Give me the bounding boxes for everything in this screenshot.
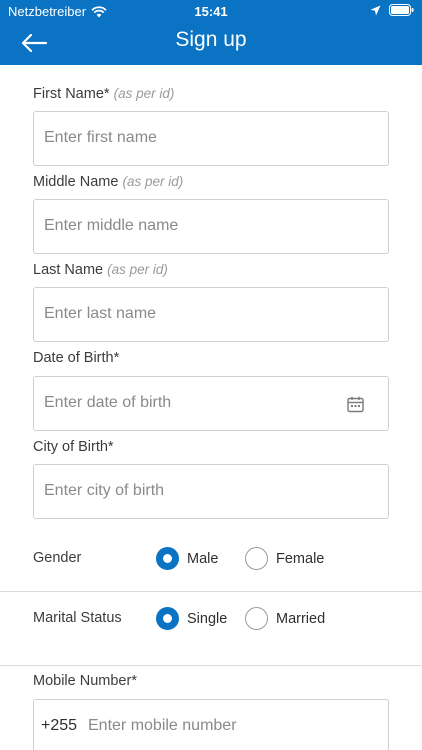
middle-name-label: Middle Name (as per id) [33,174,184,190]
gender-option-male[interactable]: Male [156,547,218,570]
city-of-birth-input[interactable]: Enter city of birth [33,464,389,519]
dob-label: Date of Birth* [33,350,120,366]
page-title: Sign up [175,28,247,51]
last-name-label: Last Name (as per id) [33,262,168,278]
middle-name-input[interactable]: Enter middle name [33,199,389,254]
last-name-placeholder: Enter last name [44,305,157,322]
middle-name-placeholder: Enter middle name [44,217,179,234]
gender-row: Gender Male Female [0,530,422,588]
radio-unselected-icon [245,607,268,630]
gender-option-female[interactable]: Female [245,547,324,570]
status-bar: Netzbetreiber 15:41 [0,0,422,22]
location-arrow-icon [370,5,381,15]
status-time: 15:41 [194,4,228,19]
gender-label: Gender [33,550,82,566]
mobile-number-placeholder: Enter mobile number [88,717,237,734]
first-name-placeholder: Enter first name [44,129,157,146]
gender-female-label: Female [276,550,325,567]
first-name-input[interactable]: Enter first name [33,111,389,166]
marital-option-married[interactable]: Married [245,607,325,630]
mobile-number-label: Mobile Number* [33,673,137,689]
navigation-bar: Sign up [0,22,422,65]
radio-selected-icon [156,607,179,630]
first-name-hint: (as per id) [113,86,175,101]
radio-unselected-icon [245,547,268,570]
calendar-icon[interactable] [347,396,364,413]
first-name-label: First Name* (as per id) [33,86,175,102]
battery-icon [389,4,414,16]
last-name-hint: (as per id) [107,262,168,277]
radio-selected-icon [156,547,179,570]
dob-input[interactable]: Enter date of birth [33,376,389,431]
app-header: Netzbetreiber 15:41 Sign up [0,0,422,65]
middle-name-hint: (as per id) [122,174,184,189]
marital-married-label: Married [276,610,326,627]
last-name-input[interactable]: Enter last name [33,287,389,342]
mobile-number-input[interactable]: +255 Enter mobile number [33,699,389,750]
dob-placeholder: Enter date of birth [44,394,172,411]
city-of-birth-label: City of Birth* [33,439,114,455]
city-of-birth-placeholder: Enter city of birth [44,482,165,499]
marital-option-single[interactable]: Single [156,607,227,630]
marital-status-row: Marital Status Single Married [0,591,422,649]
divider [0,665,422,666]
marital-status-label: Marital Status [33,610,122,626]
country-code-prefix[interactable]: +255 [41,717,77,735]
gender-male-label: Male [187,550,219,567]
status-indicators [370,4,414,16]
marital-single-label: Single [187,610,228,627]
